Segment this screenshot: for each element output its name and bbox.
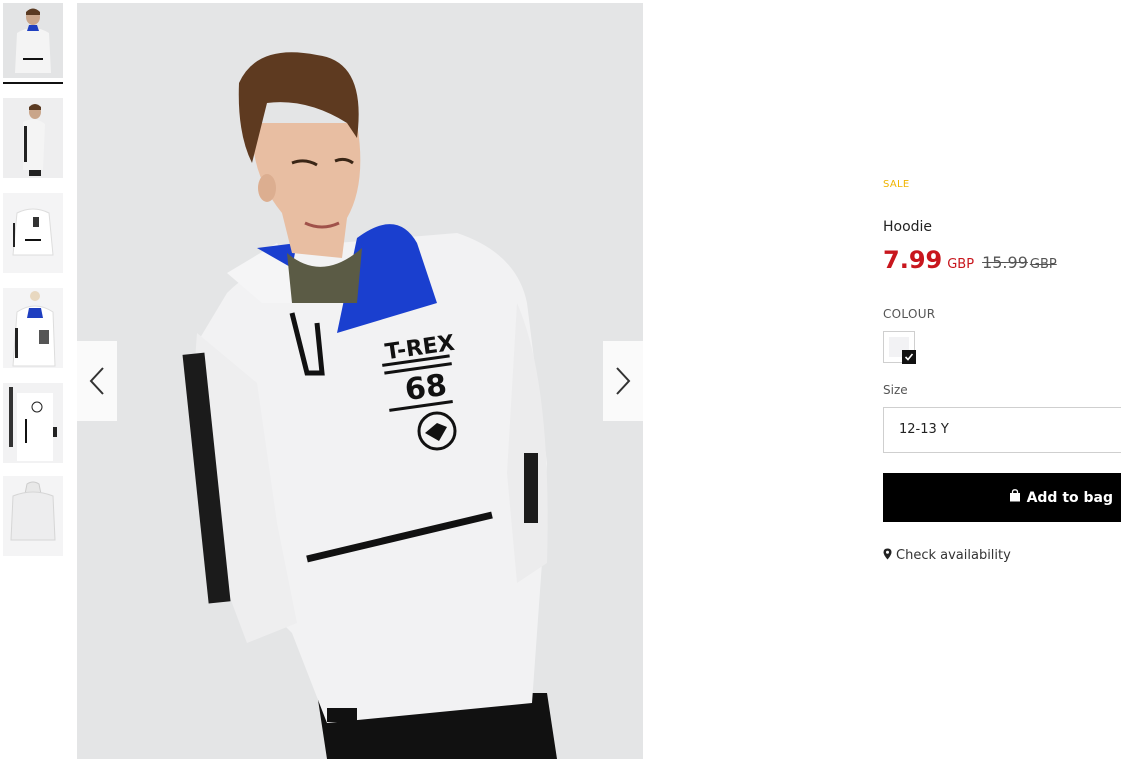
hoodie-front-model-thumb-icon bbox=[3, 3, 63, 78]
colour-label: COLOUR bbox=[883, 307, 936, 321]
thumbnail-4[interactable] bbox=[3, 288, 63, 368]
hoodie-sleeve-detail-thumb-icon bbox=[3, 383, 63, 463]
current-price: 7.99 bbox=[883, 246, 943, 274]
thumbnail-2[interactable] bbox=[3, 98, 63, 178]
thumbnail-5[interactable] bbox=[3, 383, 63, 463]
hoodie-back-thumb-icon bbox=[3, 476, 63, 556]
sale-badge: SALE bbox=[883, 179, 910, 190]
old-currency: GBP bbox=[1029, 257, 1057, 272]
colour-swatch-light-grey[interactable] bbox=[883, 331, 916, 364]
next-image-button[interactable] bbox=[603, 341, 643, 421]
hoodie-hanger-thumb-icon bbox=[3, 288, 63, 368]
product-main-image: T-REX 68 bbox=[77, 3, 643, 759]
checkmark-icon bbox=[902, 350, 916, 364]
add-to-bag-label: Add to bag bbox=[1026, 489, 1113, 506]
chevron-left-icon bbox=[89, 367, 104, 395]
current-currency: GBP bbox=[947, 257, 975, 272]
map-pin-icon bbox=[883, 548, 892, 564]
chevron-right-icon bbox=[616, 367, 631, 395]
add-to-bag-button[interactable]: Add to bag bbox=[883, 473, 1121, 522]
selected-thumbnail-indicator bbox=[3, 82, 63, 84]
thumbnail-3[interactable] bbox=[3, 193, 63, 273]
shopping-bag-icon bbox=[1009, 489, 1021, 506]
check-availability-link[interactable]: Check availability bbox=[883, 548, 1011, 564]
price-row: 7.99 GBP 15.99 GBP bbox=[883, 246, 1057, 274]
hoodie-flat-front-thumb-icon bbox=[3, 193, 63, 273]
size-label: Size bbox=[883, 383, 908, 397]
hoodie-side-model-thumb-icon bbox=[3, 98, 63, 178]
product-name: Hoodie bbox=[883, 219, 933, 235]
hoodie-model-photo: T-REX 68 bbox=[77, 3, 643, 759]
thumbnail-6[interactable] bbox=[3, 476, 63, 556]
old-price: 15.99 bbox=[982, 253, 1028, 272]
size-select[interactable]: 12-13 Y bbox=[883, 407, 1121, 453]
check-availability-label: Check availability bbox=[896, 548, 1011, 563]
thumbnail-1[interactable] bbox=[3, 3, 63, 78]
previous-image-button[interactable] bbox=[77, 341, 117, 421]
